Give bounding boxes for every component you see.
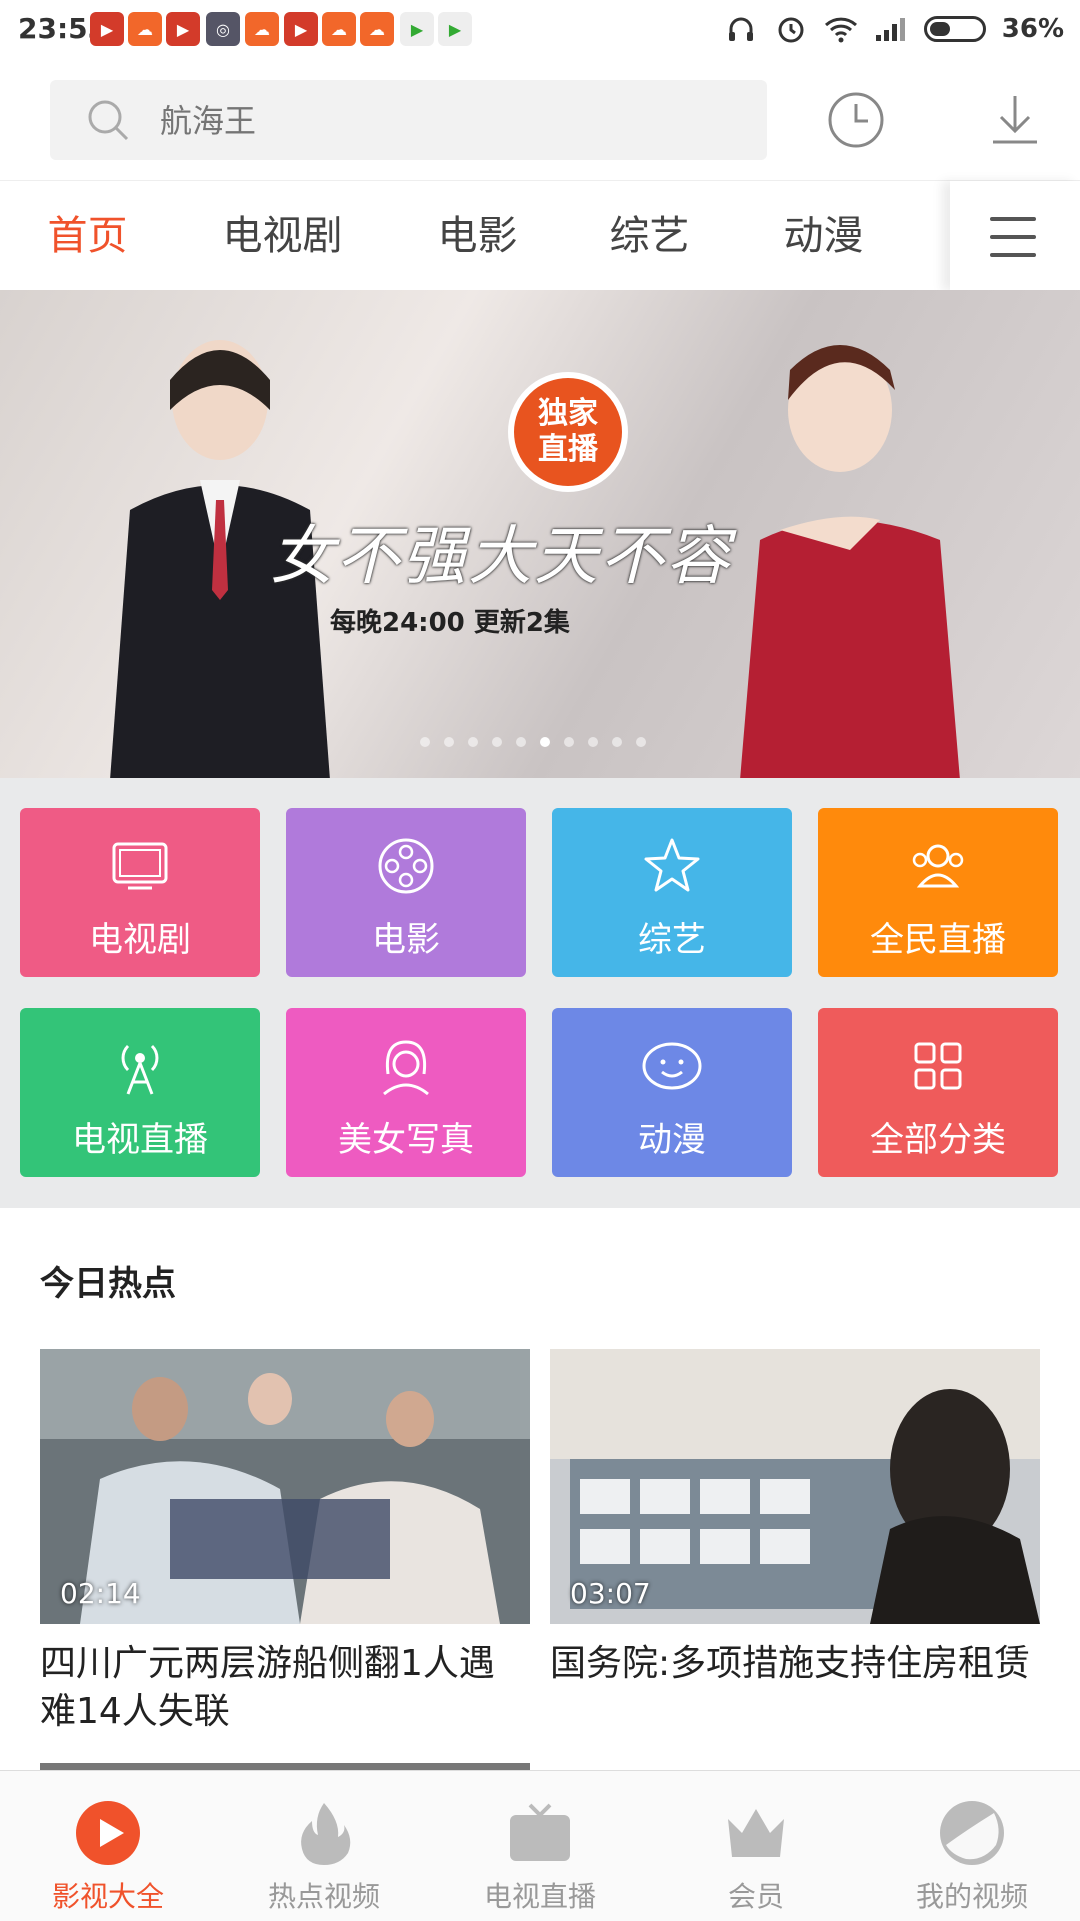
- category-label: 全民直播: [870, 920, 1006, 960]
- qq-icon: ◎: [206, 12, 240, 46]
- wifi-icon: [824, 12, 858, 46]
- category-label: 电视剧: [89, 920, 191, 960]
- badge-line1: 独家: [538, 396, 598, 431]
- status-right: 36%: [724, 12, 1064, 46]
- youtube-icon: ▶: [90, 12, 124, 46]
- star-icon: [644, 838, 700, 892]
- girl-face-icon: [383, 1040, 429, 1096]
- youtube-icon: ▶: [166, 12, 200, 46]
- tab-anime[interactable]: 动漫: [766, 181, 881, 291]
- download-icon[interactable]: [985, 90, 1045, 150]
- nav-item-tv-live[interactable]: 电视直播: [432, 1771, 648, 1921]
- smile-face-icon: [642, 1042, 702, 1090]
- video-duration: 02:14: [60, 1577, 141, 1610]
- nav-item-vip[interactable]: 会员: [648, 1771, 864, 1921]
- grid-icon: [914, 1042, 962, 1090]
- nav-item-home[interactable]: 影视大全: [0, 1771, 216, 1921]
- video-card[interactable]: 02:14 四川广元两层游船侧翻1人遇难14人失联: [40, 1349, 530, 1736]
- category-tv-series[interactable]: 电视剧: [20, 808, 260, 977]
- carousel-dot[interactable]: [540, 737, 550, 747]
- signal-icon: [874, 12, 908, 46]
- carousel-dot[interactable]: [612, 737, 622, 747]
- search-input[interactable]: [158, 80, 742, 162]
- play-store-icon: ▶: [438, 12, 472, 46]
- carousel-dot[interactable]: [564, 737, 574, 747]
- banner-title: 女不强大天不容: [270, 520, 732, 594]
- promo-banner[interactable]: 独家 直播 女不强大天不容 每晚24:00 更新2集: [0, 290, 1080, 778]
- play-store-icon: ▶: [400, 12, 434, 46]
- category-beauty-photos[interactable]: 美女写真: [286, 1008, 526, 1177]
- headphones-icon: [724, 12, 758, 46]
- nav-label: 会员: [727, 1880, 784, 1913]
- carousel-dot[interactable]: [444, 737, 454, 747]
- play-circle-icon: [76, 1801, 140, 1865]
- nav-item-hot-videos[interactable]: 热点视频: [216, 1771, 432, 1921]
- category-label: 动漫: [638, 1120, 706, 1160]
- tab-tv-series[interactable]: 电视剧: [200, 181, 365, 291]
- category-tv-live[interactable]: 电视直播: [20, 1008, 260, 1177]
- history-icon[interactable]: [826, 90, 886, 150]
- search-icon: [86, 98, 130, 142]
- section-title: 今日热点: [40, 1264, 176, 1304]
- nav-label: 影视大全: [51, 1880, 164, 1913]
- category-anime[interactable]: 动漫: [552, 1008, 792, 1177]
- category-label: 电视直播: [72, 1120, 208, 1160]
- profile-circle-icon: [940, 1801, 1004, 1865]
- nav-label: 电视直播: [483, 1880, 596, 1913]
- carousel-dot[interactable]: [492, 737, 502, 747]
- category-label: 美女写真: [338, 1120, 474, 1160]
- cloud-app-icon: ☁: [128, 12, 162, 46]
- banner-subtitle: 每晚24:00 更新2集: [330, 608, 570, 638]
- battery-icon: [923, 16, 986, 42]
- carousel-dot[interactable]: [420, 737, 430, 747]
- search-header: [0, 62, 1080, 180]
- video-duration: 03:07: [570, 1577, 651, 1610]
- exclusive-live-badge: 独家 直播: [508, 372, 628, 492]
- carousel-dot[interactable]: [468, 737, 478, 747]
- carousel-indicator: [420, 737, 646, 747]
- tv-icon: [112, 842, 168, 890]
- battery-percent: 36%: [1001, 14, 1064, 44]
- video-thumbnail[interactable]: 02:14: [40, 1349, 530, 1624]
- carousel-dot[interactable]: [588, 737, 598, 747]
- nav-item-my-videos[interactable]: 我的视频: [864, 1771, 1080, 1921]
- film-reel-icon: [378, 838, 434, 894]
- carousel-dot[interactable]: [636, 737, 646, 747]
- crown-icon: [728, 1809, 784, 1857]
- cloud-app-icon: ☁: [245, 12, 279, 46]
- video-title[interactable]: 四川广元两层游船侧翻1人遇难14人失联: [40, 1640, 530, 1736]
- tab-variety[interactable]: 综艺: [592, 181, 707, 291]
- cloud-app-icon: ☁: [360, 12, 394, 46]
- flame-icon: [301, 1803, 351, 1865]
- nav-label: 我的视频: [915, 1880, 1028, 1913]
- category-label: 全部分类: [870, 1120, 1006, 1160]
- badge-line2: 直播: [538, 432, 598, 467]
- category-live-streaming[interactable]: 全民直播: [818, 808, 1058, 977]
- category-all[interactable]: 全部分类: [818, 1008, 1058, 1177]
- category-grid: 电视剧 电影 综艺 全民直播 电视直播 美女写真 动漫 全部分类: [0, 778, 1080, 1208]
- tab-home[interactable]: 首页: [30, 181, 145, 291]
- video-thumbnail[interactable]: 03:07: [550, 1349, 1040, 1624]
- category-tabs: 首页 电视剧 电影 综艺 动漫: [0, 180, 1080, 291]
- video-card[interactable]: 03:07 国务院:多项措施支持住房租赁: [550, 1349, 1040, 1688]
- tv-icon: [510, 1803, 570, 1861]
- alarm-icon: [774, 12, 808, 46]
- category-label: 综艺: [638, 920, 706, 960]
- carousel-dot[interactable]: [516, 737, 526, 747]
- category-label: 电影: [372, 920, 440, 960]
- broadcast-tower-icon: [121, 1044, 159, 1095]
- search-bar[interactable]: [50, 80, 767, 162]
- cloud-app-icon: ☁: [322, 12, 356, 46]
- category-movies[interactable]: 电影: [286, 808, 526, 977]
- people-live-icon: [912, 844, 964, 888]
- category-variety[interactable]: 综艺: [552, 808, 792, 977]
- tab-movies[interactable]: 电影: [420, 181, 535, 291]
- video-title[interactable]: 国务院:多项措施支持住房租赁: [550, 1640, 1040, 1688]
- menu-icon[interactable]: [950, 181, 1080, 291]
- bottom-nav: 影视大全 热点视频 电视直播 会员 我的视频: [0, 1770, 1080, 1921]
- status-bar: 23:53 ▶ ☁ ▶ ◎ ☁ ▶ ☁ ☁ ▶ ▶ 36%: [0, 0, 1080, 62]
- nav-label: 热点视频: [267, 1880, 380, 1913]
- youtube-icon: ▶: [284, 12, 318, 46]
